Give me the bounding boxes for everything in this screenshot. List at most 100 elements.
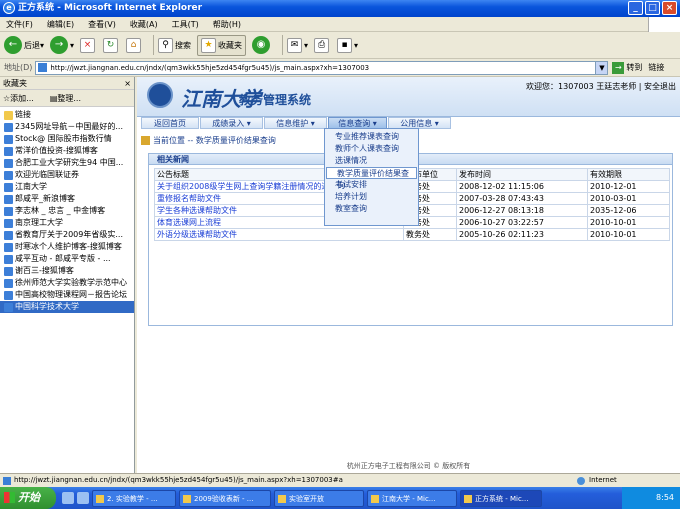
stop-button[interactable]: × (80, 37, 97, 53)
page-icon (4, 122, 13, 132)
media-button[interactable]: ◉ (252, 36, 272, 54)
favorite-folder[interactable]: 链接 (0, 109, 134, 121)
favorite-item[interactable]: 郎咸平_新浪博客 (0, 193, 134, 205)
page-icon (4, 266, 13, 276)
favorite-item[interactable]: 中国高校物理课程网－报告论坛 (0, 289, 134, 301)
title-bar: e 正方系统 - Microsoft Internet Explorer _ □… (0, 0, 680, 17)
task-button[interactable]: 实验室开放 (274, 489, 364, 507)
page-icon (38, 63, 48, 72)
favorite-item[interactable]: 常洋价值投资-搜狐博客 (0, 145, 134, 157)
news-link[interactable]: 外语分级选课帮助文件 (154, 228, 404, 241)
favorite-item[interactable]: 江南大学 (0, 181, 134, 193)
menu-favorites[interactable]: 收藏(A) (130, 19, 158, 30)
add-favorite-button[interactable]: ☆添加... (3, 93, 42, 104)
close-icon[interactable]: × (124, 77, 131, 90)
dropdown-arrow-icon[interactable]: ▼ (595, 61, 608, 74)
back-arrow-icon: ← (4, 36, 22, 54)
favorite-item[interactable]: 咸平互动 - 郎咸平专版 - ... (0, 253, 134, 265)
favorite-item[interactable]: Stock@ 国际股市指数行情 (0, 133, 134, 145)
task-button[interactable]: 江南大学 - Mic... (367, 489, 457, 507)
nav-home[interactable]: 返回首页 (141, 117, 199, 129)
page-icon (4, 290, 13, 300)
menu-item-exam-schedule[interactable]: 考试安排 (325, 179, 418, 191)
folder-icon (4, 110, 13, 120)
menu-item-major-schedule[interactable]: 专业推荐课表查询 (325, 131, 418, 143)
menu-item-course-selection[interactable]: 选课情况 (325, 155, 418, 167)
back-button[interactable]: ← 后退 ▾ (4, 36, 44, 54)
menu-item-teacher-schedule[interactable]: 教师个人课表查询 (325, 143, 418, 155)
favorite-item[interactable]: 合肥工业大学研究生94 中国... (0, 157, 134, 169)
stop-icon: × (80, 37, 96, 53)
refresh-button[interactable]: ↻ (103, 37, 120, 53)
address-label: 地址(D) (4, 63, 33, 72)
page-icon (4, 242, 13, 252)
links-button[interactable]: 链接 (648, 62, 664, 73)
page-content: 江南大学 教务管理系统 欢迎您：1307003 王廷志老师 | 安全退出 返回首… (137, 77, 680, 473)
page-icon (4, 194, 13, 204)
menu-item-quality-evaluation[interactable]: 教学质量评价结果查询 (326, 167, 417, 190)
task-button-active[interactable]: 正方系统 - Mic... (460, 489, 542, 507)
menu-file[interactable]: 文件(F) (6, 19, 33, 30)
menu-help[interactable]: 帮助(H) (213, 19, 241, 30)
minimize-icon[interactable]: _ (628, 1, 643, 15)
nav-info-maintenance[interactable]: 信息维护 ▾ (264, 117, 327, 129)
menu-tools[interactable]: 工具(T) (172, 19, 199, 30)
favorites-tools: ☆添加... ▤整理... (0, 90, 134, 107)
page-icon (4, 170, 13, 180)
site-banner: 江南大学 教务管理系统 欢迎您：1307003 王廷志老师 | 安全退出 (137, 77, 680, 117)
favorite-item[interactable]: 2345网址导航－中国最好的... (0, 121, 134, 133)
mail-button[interactable]: ✉ ▾ (287, 37, 308, 53)
close-icon[interactable]: × (662, 1, 677, 15)
favorites-button[interactable]: ★ 收藏夹 (197, 34, 247, 56)
home-button[interactable]: ⌂ (126, 37, 143, 53)
menu-view[interactable]: 查看(V) (88, 19, 116, 30)
print-icon: ⎙ (314, 37, 330, 53)
toolbar-separator (153, 35, 155, 55)
favorite-item[interactable]: 欢迎光临国联证券 (0, 169, 134, 181)
task-button[interactable]: 2. 实验教学 - ... (92, 489, 176, 507)
status-bar: http://jwzt.jiangnan.edu.cn/jndx/(qm3wkk… (0, 473, 680, 487)
print-button[interactable]: ⎙ (314, 37, 331, 53)
favorite-item[interactable]: 省教育厅关于2009年省级实... (0, 229, 134, 241)
star-icon: ★ (201, 37, 217, 53)
info-query-dropdown: 专业推荐课表查询 教师个人课表查询 选课情况 教学质量评价结果查询 考试安排 培… (324, 128, 419, 226)
favorite-item-selected[interactable]: 中国科学技术大学 (0, 301, 134, 313)
search-button[interactable]: ⚲ 搜索 (158, 37, 191, 53)
start-button[interactable]: 开始 (0, 487, 56, 509)
page-icon (4, 218, 13, 228)
search-icon: ⚲ (158, 37, 174, 53)
organize-favorites-button[interactable]: ▤整理... (50, 93, 89, 104)
col-date: 发布时间 (456, 168, 588, 181)
forward-arrow-icon: → (50, 36, 69, 54)
address-input[interactable]: http://jwzt.jiangnan.edu.cn/jndx/(qm3wkk… (35, 60, 609, 75)
favorite-item[interactable]: 李志林 _ 忠言 _ 中金博客 (0, 205, 134, 217)
system-tray: 8:54 (622, 487, 680, 509)
quick-launch (62, 492, 92, 504)
page-icon (4, 254, 13, 264)
forward-button[interactable]: → ▾ (50, 36, 74, 54)
menu-item-classroom-query[interactable]: 教室查询 (325, 203, 418, 215)
menu-edit[interactable]: 编辑(E) (47, 19, 74, 30)
page-icon (4, 302, 13, 312)
nav-grade-entry[interactable]: 成绩录入 ▾ (200, 117, 263, 129)
ie-quicklaunch-icon[interactable] (77, 492, 89, 504)
window-title: 正方系统 - Microsoft Internet Explorer (18, 3, 203, 13)
desktop-icon[interactable] (62, 492, 74, 504)
favorite-item[interactable]: 谢百三-搜狐博客 (0, 265, 134, 277)
media-icon: ◉ (252, 36, 271, 54)
maximize-icon[interactable]: □ (645, 1, 660, 15)
favorites-pane: 收藏夹 × ☆添加... ▤整理... 链接 2345网址导航－中国最好的... … (0, 77, 135, 473)
task-button[interactable]: 2009验收表新 - ... (179, 489, 271, 507)
page-icon (4, 146, 13, 156)
page-icon (3, 477, 11, 485)
go-button[interactable]: → 转到 (612, 61, 642, 74)
edit-button[interactable]: ▪ ▾ (337, 37, 358, 53)
menu-item-training-plan[interactable]: 培养计划 (325, 191, 418, 203)
address-bar: 地址(D) http://jwzt.jiangnan.edu.cn/jndx/(… (0, 59, 680, 77)
favorite-item[interactable]: 时寒冰个人维护博客-搜狐博客 (0, 241, 134, 253)
welcome-text[interactable]: 欢迎您：1307003 王廷志老师 | 安全退出 (526, 81, 676, 92)
favorite-item[interactable]: 南京理工大学 (0, 217, 134, 229)
favorite-item[interactable]: 徐州师范大学实验教学示范中心 (0, 277, 134, 289)
page-icon (4, 134, 13, 144)
menu-bar: 文件(F) 编辑(E) 查看(V) 收藏(A) 工具(T) 帮助(H) (0, 17, 680, 32)
